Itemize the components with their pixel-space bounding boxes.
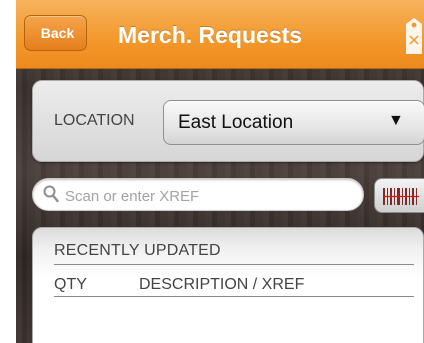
recently-updated-panel: RECENTLY UPDATED QTY DESCRIPTION / XREF [32, 227, 424, 343]
back-button[interactable]: Back [24, 15, 87, 51]
barcode-icon [383, 188, 419, 205]
location-selected-value: East Location [178, 112, 294, 133]
location-select[interactable]: East Location ▼ [163, 100, 424, 145]
location-panel: LOCATION East Location ▼ [32, 80, 424, 162]
dropdown-arrow-icon: ▼ [388, 112, 404, 129]
scan-barcode-button[interactable] [374, 178, 424, 213]
price-tag-icon[interactable] [402, 16, 424, 56]
search-icon [43, 185, 59, 203]
divider [54, 296, 414, 297]
xref-search-field[interactable] [32, 178, 364, 211]
divider [54, 264, 414, 265]
nav-bar: Back Merch. Requests [16, 0, 424, 69]
recently-updated-title: RECENTLY UPDATED [54, 242, 221, 259]
search-input[interactable] [63, 183, 357, 209]
page-title: Merch. Requests [118, 22, 303, 48]
location-label: LOCATION [54, 112, 135, 129]
app-screen: Back Merch. Requests LOCATION East Locat… [16, 0, 424, 343]
column-header-description: DESCRIPTION / XREF [139, 276, 305, 293]
column-header-qty: QTY [54, 276, 87, 293]
back-button-label: Back [40, 25, 75, 41]
